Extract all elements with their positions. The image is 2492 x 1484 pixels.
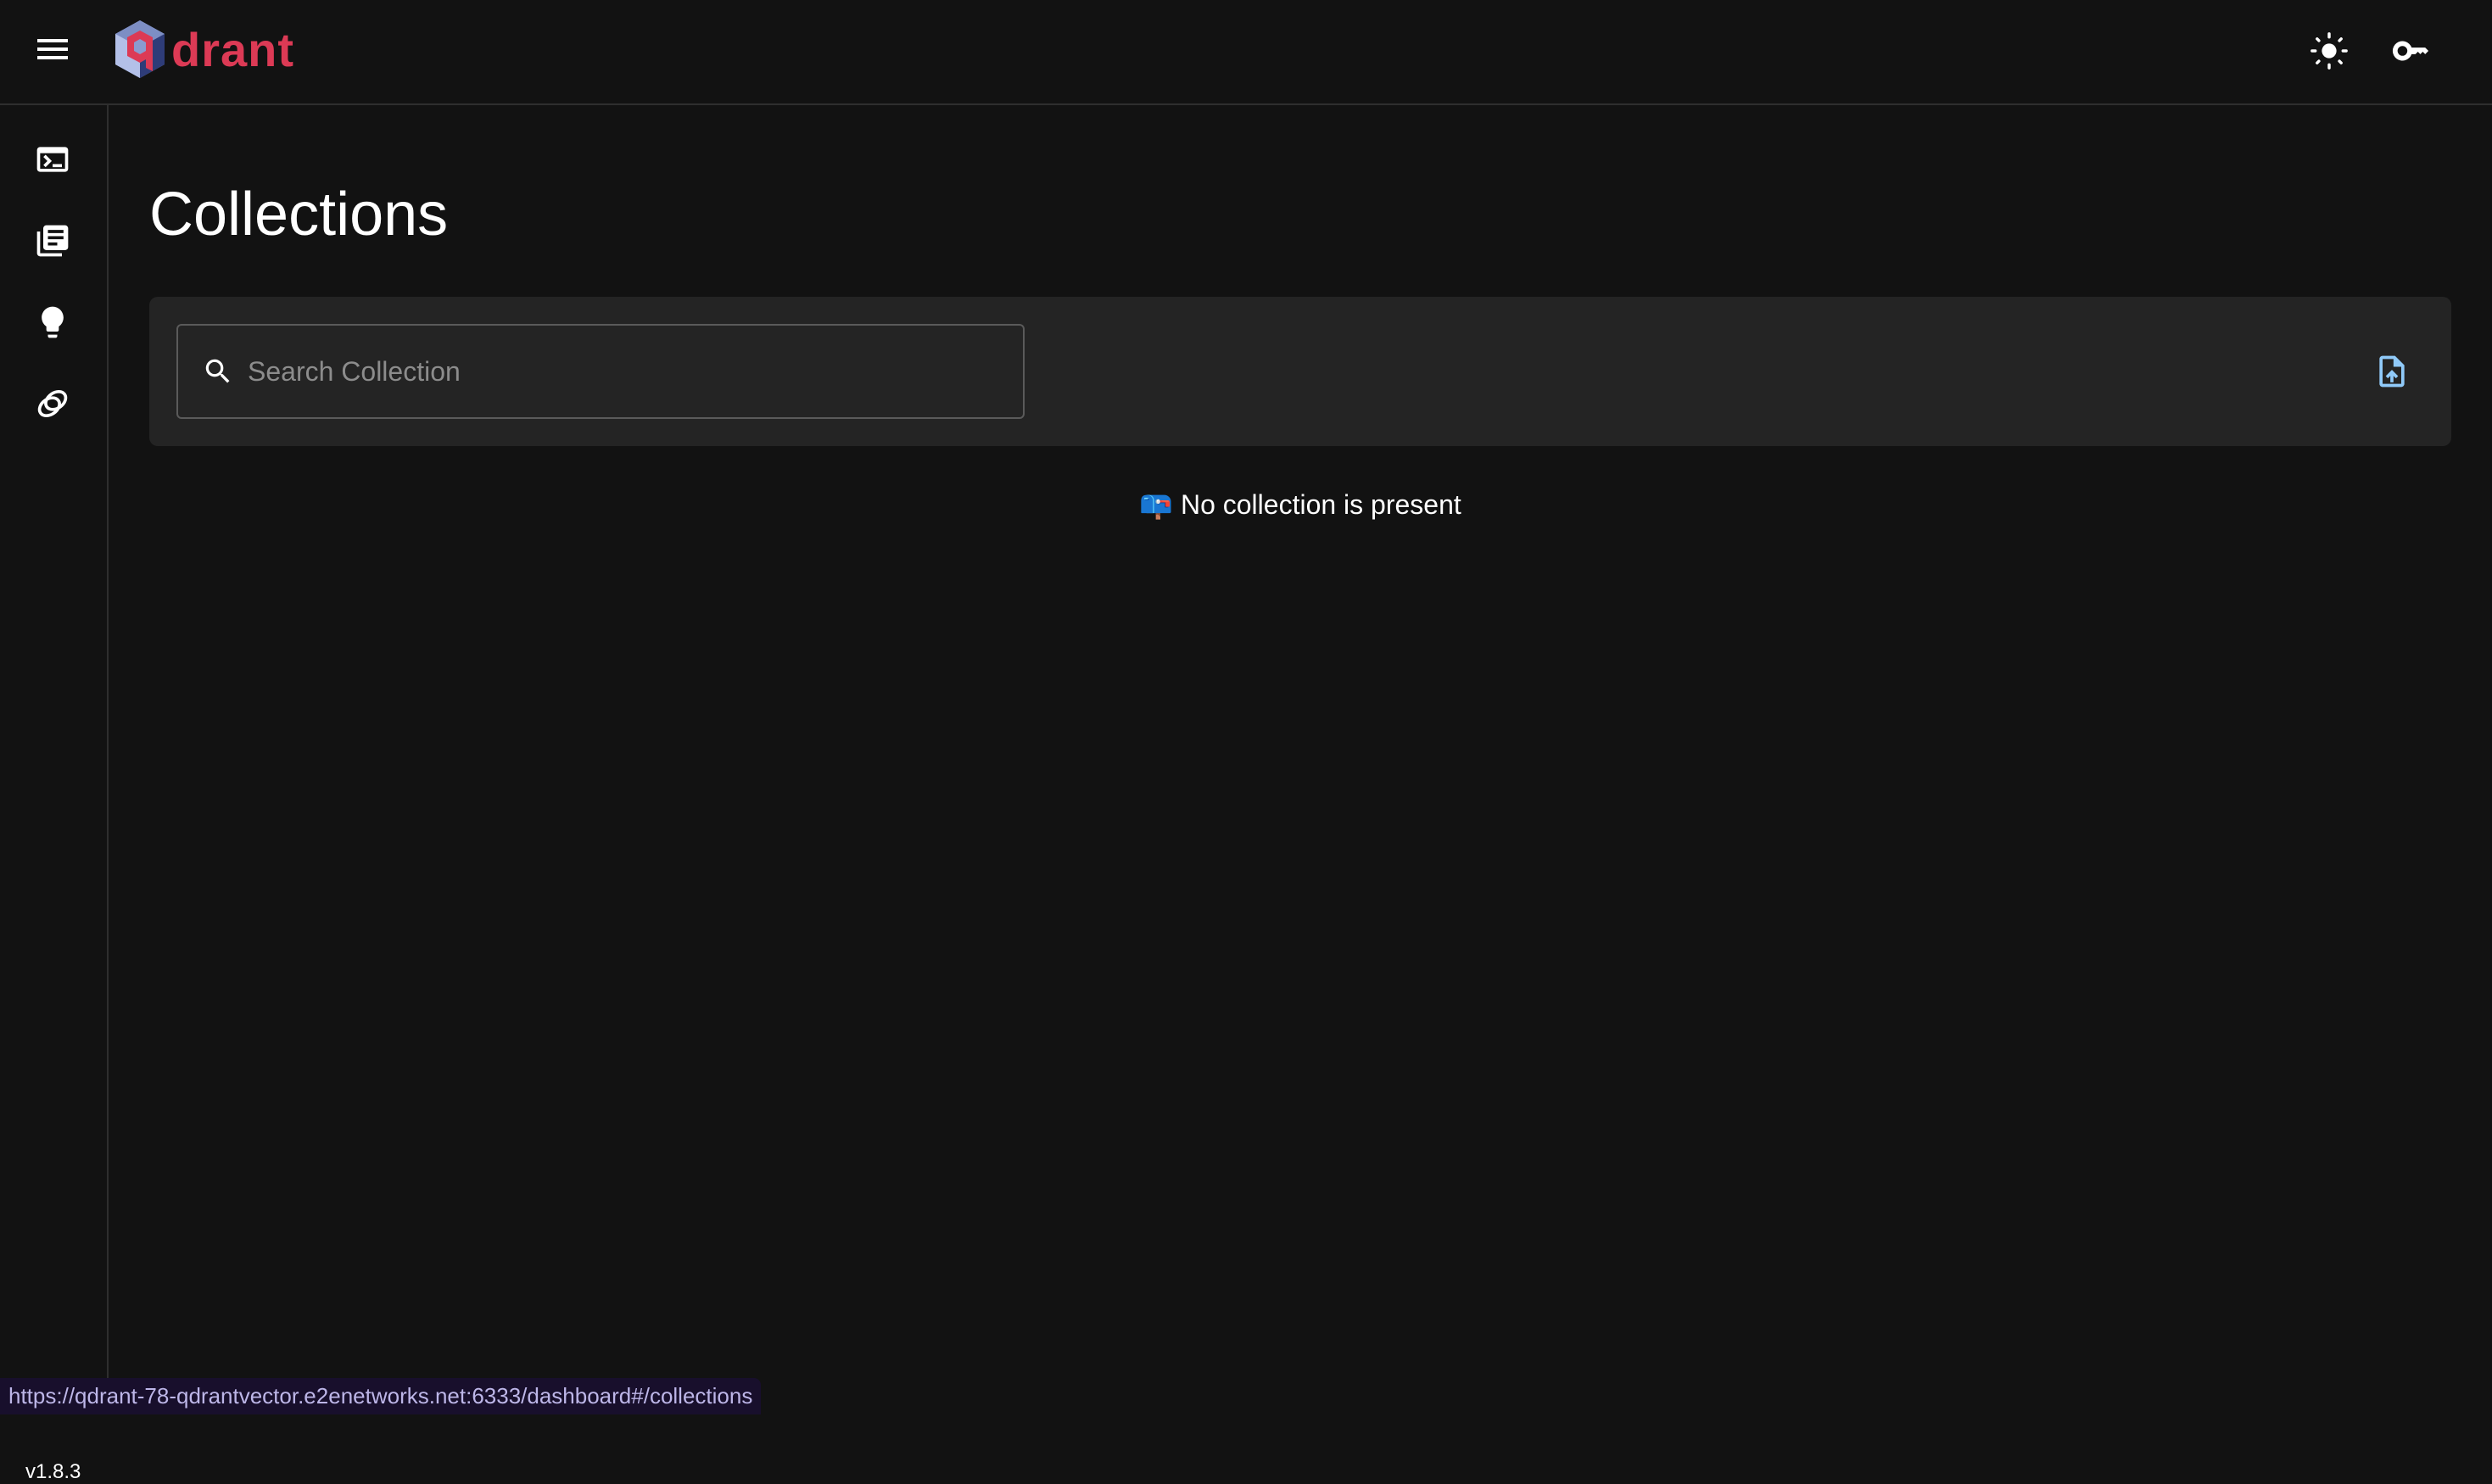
key-icon: [2392, 41, 2429, 61]
empty-message: No collection is present: [1180, 489, 1461, 520]
qdrant-logo[interactable]: drant: [112, 19, 294, 80]
page-title: Collections: [149, 181, 449, 248]
sidebar-item-console[interactable]: [27, 134, 78, 185]
api-key-button[interactable]: [2385, 25, 2436, 76]
sidebar-item-datasets[interactable]: [27, 378, 78, 429]
theme-toggle-button[interactable]: [2304, 25, 2355, 76]
sun-icon: [2310, 32, 2348, 70]
file-upload-icon: [2379, 355, 2405, 388]
sidebar-item-collections[interactable]: [27, 215, 78, 266]
sidebar-item-tutorial[interactable]: [27, 297, 78, 348]
upload-snapshot-button[interactable]: [2366, 346, 2417, 397]
menu-icon[interactable]: [37, 39, 68, 59]
empty-state: 📪 No collection is present: [0, 488, 2492, 521]
app-header: drant: [0, 0, 2492, 105]
mailbox-icon: 📪: [1139, 489, 1174, 520]
brand-name: drant: [171, 22, 294, 76]
sidebar: v1.8.3: [0, 105, 109, 1483]
search-icon: [205, 359, 230, 383]
search-input[interactable]: [246, 354, 970, 388]
app-version: v1.8.3: [25, 1460, 81, 1483]
datasets-icon: [37, 389, 68, 418]
search-field[interactable]: [176, 324, 1025, 419]
qdrant-logo-icon: [115, 20, 165, 78]
library-books-icon: [36, 225, 69, 257]
collections-toolbar: [149, 297, 2451, 446]
lightbulb-icon: [42, 306, 64, 338]
link-status-bar: https://qdrant-78-qdrantvector.e2enetwor…: [0, 1378, 762, 1414]
terminal-icon: [36, 147, 69, 172]
